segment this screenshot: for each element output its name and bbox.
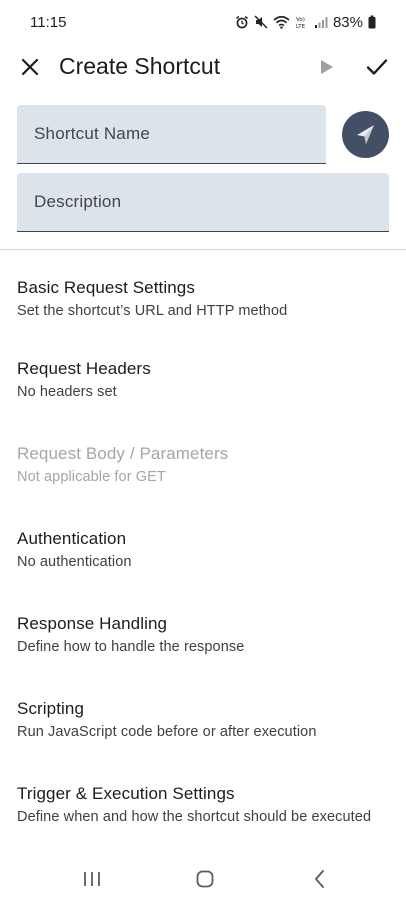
signal-icon: [314, 15, 328, 29]
page-title: Create Shortcut: [59, 53, 221, 79]
check-icon: [366, 59, 388, 75]
description-field[interactable]: Description: [17, 173, 389, 232]
play-icon: [321, 60, 333, 74]
setting-scripting[interactable]: Scripting Run JavaScript code before or …: [0, 679, 406, 763]
mute-icon: [254, 15, 268, 29]
setting-trigger-execution[interactable]: Trigger & Execution Settings Define when…: [0, 764, 406, 848]
setting-subtitle: Define how to handle the response: [17, 639, 245, 655]
setting-title: Response Handling: [17, 614, 168, 633]
system-nav-bar: [0, 852, 406, 904]
shortcut-icon-button[interactable]: [342, 111, 389, 158]
close-icon: [21, 58, 39, 76]
home-icon: [196, 870, 214, 888]
svg-text:LTE: LTE: [296, 24, 306, 29]
setting-subtitle: Set the shortcut’s URL and HTTP method: [17, 303, 288, 319]
recents-button[interactable]: [77, 864, 107, 894]
setting-title: Trigger & Execution Settings: [17, 784, 235, 803]
setting-request-body: Request Body / Parameters Not applicable…: [0, 424, 406, 508]
setting-title: Scripting: [17, 699, 85, 718]
back-button[interactable]: [305, 864, 335, 894]
home-button[interactable]: [190, 864, 220, 894]
setting-title: Request Headers: [17, 359, 151, 378]
alarm-icon: [235, 15, 249, 29]
setting-request-headers[interactable]: Request Headers No headers set: [0, 339, 406, 423]
setting-subtitle: No headers set: [17, 384, 117, 400]
run-button[interactable]: [316, 56, 338, 78]
save-button[interactable]: [363, 54, 391, 80]
status-icons: Vo) LTE 83%: [235, 14, 376, 31]
battery-icon: [368, 15, 376, 29]
setting-response-handling[interactable]: Response Handling Define how to handle t…: [0, 594, 406, 678]
send-arrow-icon: [356, 124, 374, 144]
shortcut-name-field[interactable]: Shortcut Name: [17, 105, 326, 164]
back-icon: [315, 870, 324, 888]
setting-subtitle: Not applicable for GET: [17, 469, 166, 485]
volte-icon: Vo) LTE: [295, 15, 309, 29]
svg-text:Vo): Vo): [296, 17, 305, 23]
setting-basic-request[interactable]: Basic Request Settings Set the shortcut’…: [0, 258, 406, 342]
wifi-icon: [273, 15, 290, 29]
description-placeholder: Description: [34, 192, 122, 211]
setting-subtitle: No authentication: [17, 554, 132, 570]
recents-icon: [84, 872, 100, 886]
setting-title: Authentication: [17, 529, 127, 548]
shortcut-name-placeholder: Shortcut Name: [34, 124, 150, 143]
setting-subtitle: Run JavaScript code before or after exec…: [17, 724, 317, 740]
app-bar: Create Shortcut: [0, 44, 406, 90]
divider: [0, 249, 406, 250]
status-bar: 11:15 Vo) LTE 83%: [0, 0, 406, 44]
setting-title: Request Body / Parameters: [17, 444, 229, 463]
close-button[interactable]: [17, 54, 43, 80]
status-time: 11:15: [30, 13, 67, 31]
setting-subtitle: Define when and how the shortcut should …: [17, 809, 372, 825]
setting-title: Basic Request Settings: [17, 278, 195, 297]
battery-percentage: 83%: [332, 13, 363, 31]
setting-authentication[interactable]: Authentication No authentication: [0, 509, 406, 593]
